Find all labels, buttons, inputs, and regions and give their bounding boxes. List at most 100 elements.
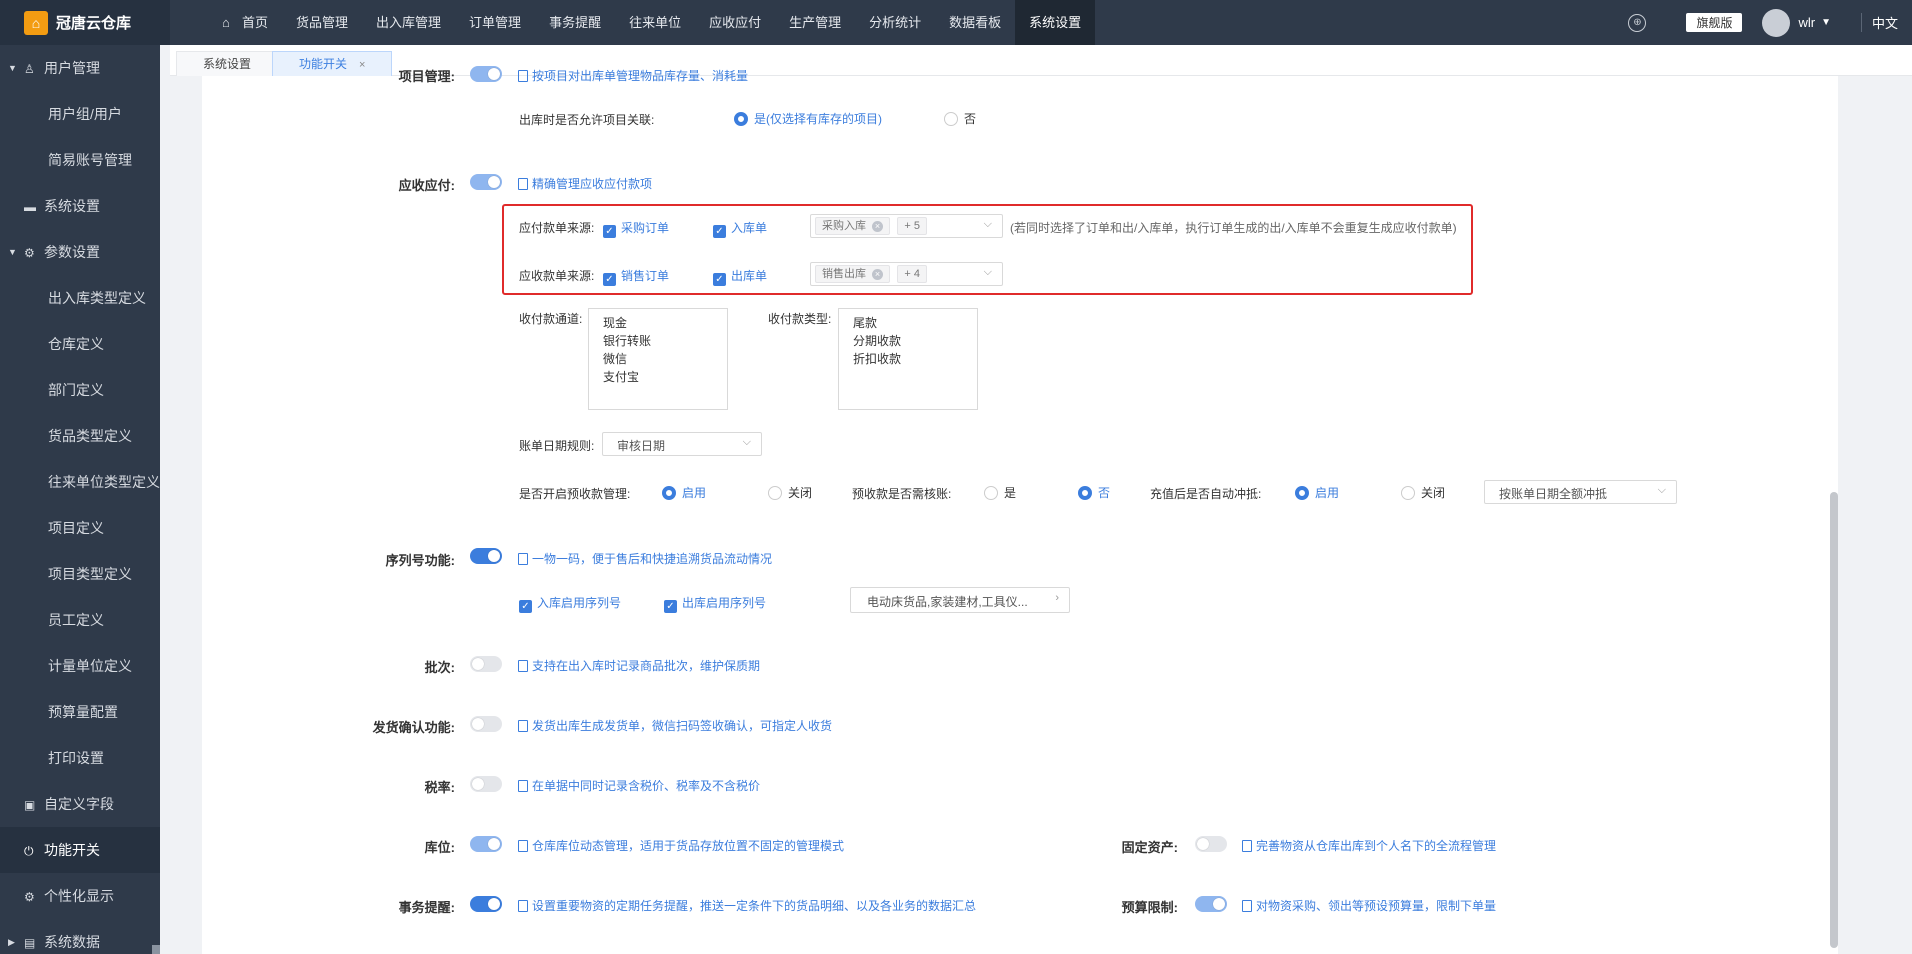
checkbox-checked-icon[interactable]: ✓ xyxy=(603,225,616,238)
list-item[interactable]: 现金 xyxy=(603,314,713,332)
app-logo[interactable]: ⌂ 冠唐云仓库 xyxy=(0,0,170,45)
sidebar-item-inout-types[interactable]: 出入库类型定义 xyxy=(0,275,160,321)
tax-toggle[interactable] xyxy=(470,776,502,792)
language-switch[interactable]: 中文 xyxy=(1860,13,1912,32)
offset-on[interactable]: 启用 xyxy=(1295,484,1339,501)
nav-ar-ap[interactable]: 应收应付 xyxy=(695,0,775,45)
sidebar-item-partner-types[interactable]: 往来单位类型定义 xyxy=(0,459,160,505)
project-opt-no[interactable]: 否 xyxy=(944,110,976,127)
list-item[interactable]: 微信 xyxy=(603,350,713,368)
sidebar-item-system-settings[interactable]: ▬ 系统设置 xyxy=(0,183,160,229)
tag-close-icon[interactable]: × xyxy=(872,269,883,280)
sidebar-item-params[interactable]: ▼ ⚙ 参数设置 xyxy=(0,229,160,275)
pay-type-select[interactable]: 采购入库 × + 5 ⌵ xyxy=(810,214,1003,238)
list-item[interactable]: 银行转账 xyxy=(603,332,713,350)
radio-no[interactable] xyxy=(944,112,958,126)
audit-no[interactable]: 否 xyxy=(1078,484,1110,501)
delivery-toggle[interactable] xyxy=(470,716,502,732)
checkbox-checked-icon[interactable]: ✓ xyxy=(603,273,616,286)
audit-yes[interactable]: 是 xyxy=(984,484,1016,501)
fixed-asset-toggle[interactable] xyxy=(1195,836,1227,852)
content-scrollbar[interactable] xyxy=(1830,492,1838,948)
radio-yes[interactable] xyxy=(984,486,998,500)
sidebar-item-print[interactable]: 打印设置 xyxy=(0,735,160,781)
radio-off[interactable] xyxy=(1401,486,1415,500)
sidebar-item-simple-accounts[interactable]: 简易账号管理 xyxy=(0,137,160,183)
sidebar-item-personalize[interactable]: ⚙ 个性化显示 xyxy=(0,873,160,919)
nav-system-settings[interactable]: 系统设置 xyxy=(1015,0,1096,45)
date-rule-label: 账单日期规则: xyxy=(519,439,595,453)
location-toggle[interactable] xyxy=(470,836,502,852)
offset-off[interactable]: 关闭 xyxy=(1401,484,1445,501)
list-item[interactable]: 折扣收款 xyxy=(853,350,963,368)
batch-toggle[interactable] xyxy=(470,656,502,672)
checkbox-checked-icon[interactable]: ✓ xyxy=(664,600,677,613)
tag-close-icon[interactable]: × xyxy=(872,221,883,232)
checkbox-checked-icon[interactable]: ✓ xyxy=(713,273,726,286)
type-listbox[interactable]: 尾款 分期收款 折扣收款 xyxy=(838,308,978,410)
rec-cb-outbound[interactable]: ✓ 出库单 xyxy=(713,267,767,286)
user-name[interactable]: wlr xyxy=(1798,15,1815,30)
rec-cb-sales-order[interactable]: ✓ 销售订单 xyxy=(603,267,669,286)
reminder-toggle[interactable] xyxy=(470,896,502,912)
nav-production[interactable]: 生产管理 xyxy=(775,0,855,45)
sidebar-item-system-data[interactable]: ▶ ▤ 系统数据 xyxy=(0,919,160,954)
sidebar-item-employees[interactable]: 员工定义 xyxy=(0,597,160,643)
avatar[interactable] xyxy=(1762,8,1791,37)
radio-off[interactable] xyxy=(768,486,782,500)
tab-system-settings[interactable]: 系统设置 xyxy=(176,51,279,76)
sidebar-item-feature-switch[interactable]: ⏻ 功能开关 xyxy=(0,827,160,873)
list-item[interactable]: 尾款 xyxy=(853,314,963,332)
nav-home[interactable]: ⌂ 首页 xyxy=(208,0,282,45)
top-bar: ⌂ 冠唐云仓库 ⌂ 首页 货品管理 出入库管理 订单管理 事务提醒 往来单位 应收… xyxy=(0,0,1912,45)
nav-partners[interactable]: 往来单位 xyxy=(615,0,695,45)
serial-out-cb[interactable]: ✓ 出库启用序列号 xyxy=(664,594,766,613)
sidebar-scrollbar[interactable] xyxy=(152,945,160,954)
rec-type-select[interactable]: 销售出库 × + 4 ⌵ xyxy=(810,262,1003,286)
nav-dashboard[interactable]: 数据看板 xyxy=(935,0,1015,45)
list-item[interactable]: 分期收款 xyxy=(853,332,963,350)
sidebar-item-project-types[interactable]: 项目类型定义 xyxy=(0,551,160,597)
radio-no[interactable] xyxy=(1078,486,1092,500)
caret-down-icon[interactable]: ▼ xyxy=(1821,17,1831,28)
sidebar-item-departments[interactable]: 部门定义 xyxy=(0,367,160,413)
list-item[interactable]: 支付宝 xyxy=(603,368,713,386)
chevron-down-icon: ▼ xyxy=(8,247,17,257)
serial-toggle[interactable] xyxy=(470,548,502,564)
nav-analytics[interactable]: 分析统计 xyxy=(855,0,935,45)
nav-inout[interactable]: 出入库管理 xyxy=(362,0,455,45)
prepay-on[interactable]: 启用 xyxy=(662,484,706,501)
checkbox-checked-icon[interactable]: ✓ xyxy=(519,600,532,613)
pay-cb-inbound[interactable]: ✓ 入库单 xyxy=(713,219,767,238)
nav-orders[interactable]: 订单管理 xyxy=(455,0,535,45)
sidebar-item-custom-fields[interactable]: ▣ 自定义字段 xyxy=(0,781,160,827)
sidebar-item-budget-config[interactable]: 预算量配置 xyxy=(0,689,160,735)
close-icon[interactable]: × xyxy=(359,59,365,71)
channel-listbox[interactable]: 现金 银行转账 微信 支付宝 xyxy=(588,308,728,410)
tab-feature-switch[interactable]: 功能开关 × xyxy=(272,51,393,76)
sidebar-item-user-mgmt[interactable]: ▼ ♙ 用户管理 xyxy=(0,45,160,91)
sidebar-item-projects[interactable]: 项目定义 xyxy=(0,505,160,551)
fixed-asset-label: 固定资产: xyxy=(1121,840,1178,855)
checkbox-checked-icon[interactable]: ✓ xyxy=(713,225,726,238)
date-rule-select[interactable]: 审核日期 ⌵ xyxy=(602,432,762,456)
prepay-off[interactable]: 关闭 xyxy=(768,484,812,501)
project-opt-yes[interactable]: 是(仅选择有库存的项目) xyxy=(734,110,882,127)
nav-goods[interactable]: 货品管理 xyxy=(282,0,362,45)
project-toggle[interactable] xyxy=(470,66,502,82)
offset-select[interactable]: 按账单日期全额冲抵 ⌵ xyxy=(1484,480,1677,504)
serial-in-cb[interactable]: ✓ 入库启用序列号 xyxy=(519,594,621,613)
serial-category-select[interactable]: 电动床货品,家装建材,工具仪... › xyxy=(850,587,1070,613)
ar-toggle[interactable] xyxy=(470,174,502,190)
sidebar-item-goods-types[interactable]: 货品类型定义 xyxy=(0,413,160,459)
budget-toggle[interactable] xyxy=(1195,896,1227,912)
pay-cb-purchase-order[interactable]: ✓ 采购订单 xyxy=(603,219,669,238)
radio-on[interactable] xyxy=(662,486,676,500)
sidebar-item-warehouses[interactable]: 仓库定义 xyxy=(0,321,160,367)
sidebar-item-units[interactable]: 计量单位定义 xyxy=(0,643,160,689)
nav-reminders[interactable]: 事务提醒 xyxy=(535,0,615,45)
help-icon[interactable]: ⊕ xyxy=(1628,13,1647,32)
sidebar-item-user-groups[interactable]: 用户组/用户 xyxy=(0,91,160,137)
radio-on[interactable] xyxy=(1295,486,1309,500)
radio-yes[interactable] xyxy=(734,112,748,126)
